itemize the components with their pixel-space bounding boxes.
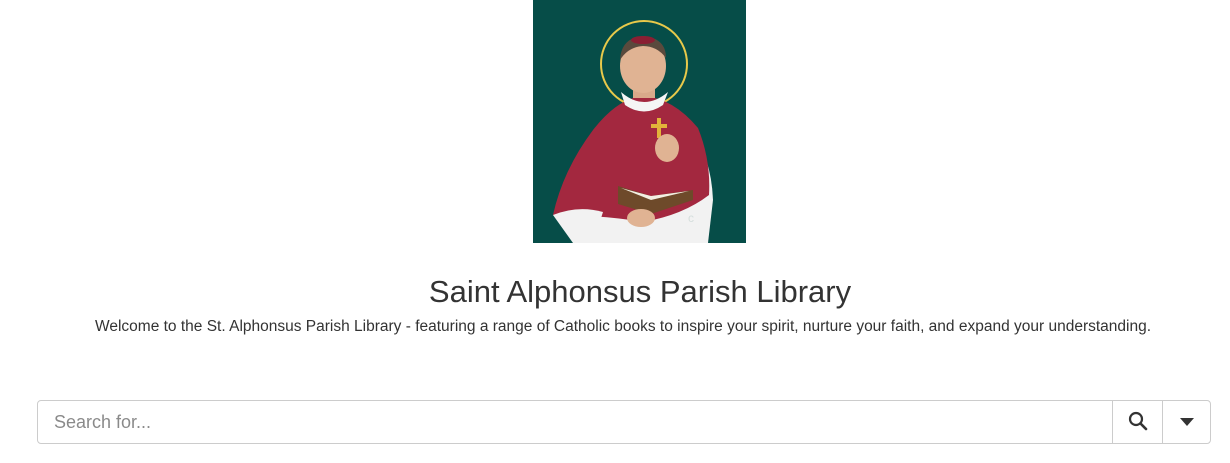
svg-text:c: c bbox=[688, 211, 694, 225]
library-page: c Saint Alphonsus Parish Library Welcome… bbox=[0, 0, 1230, 463]
search-button[interactable] bbox=[1112, 401, 1162, 443]
welcome-text: Welcome to the St. Alphonsus Parish Libr… bbox=[95, 318, 1152, 335]
search-input[interactable] bbox=[38, 401, 1112, 443]
caret-down-icon bbox=[1179, 415, 1195, 430]
search-icon bbox=[1128, 411, 1148, 434]
search-bar bbox=[37, 400, 1211, 444]
search-options-dropdown-button[interactable] bbox=[1162, 401, 1210, 443]
page-title: Saint Alphonsus Parish Library bbox=[428, 274, 852, 309]
saint-alphonsus-image: c bbox=[533, 0, 746, 243]
